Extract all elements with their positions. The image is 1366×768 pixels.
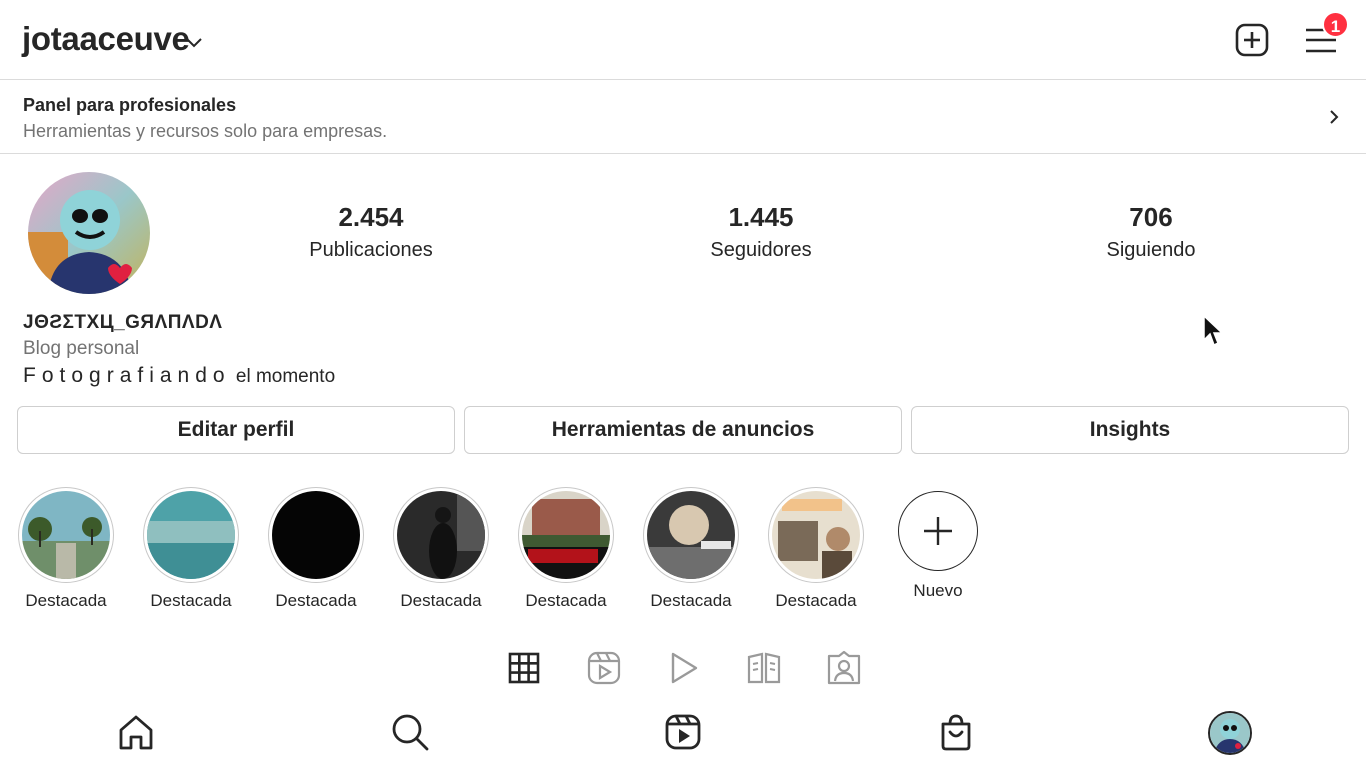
new-highlight-label: Nuevo	[913, 581, 963, 600]
followers-count-value: 1.445	[728, 202, 794, 232]
profile-full-name: JΘƧΣΤΧЦ_GЯΛПΛDΛ	[23, 312, 223, 333]
highlight-item[interactable]: Destacada	[393, 487, 489, 611]
highlight-item[interactable]: Destacada	[143, 487, 239, 611]
bio-text: el momento	[235, 366, 336, 387]
highlight-ring	[18, 487, 114, 583]
followers-count[interactable]: 1.445 Seguidores	[651, 202, 871, 262]
insights-button[interactable]: Insights	[911, 406, 1349, 454]
create-post-icon[interactable]	[1234, 22, 1270, 58]
panel-title: Panel para profesionales	[23, 95, 237, 115]
username-title[interactable]: jotaaceuve	[22, 20, 190, 58]
highlight-ring	[518, 487, 614, 583]
reels-icon[interactable]	[663, 712, 703, 752]
posts-count[interactable]: 2.454 Publicaciones	[261, 202, 481, 262]
highlight-label: Destacada	[150, 591, 232, 610]
chevron-right-icon	[1330, 110, 1339, 124]
video-tab-icon[interactable]	[666, 650, 702, 686]
highlight-item[interactable]: Destacada	[643, 487, 739, 611]
notification-badge: 1	[1322, 11, 1349, 38]
highlight-item[interactable]: Destacada	[18, 487, 114, 611]
bio-spaced-text: Fotografiando	[23, 364, 231, 387]
highlight-ring	[768, 487, 864, 583]
profile-bio: Fotografiando el momento	[23, 364, 335, 388]
panel-subtitle: Herramientas y recursos solo para empres…	[23, 121, 388, 141]
highlight-ring	[643, 487, 739, 583]
highlight-thumbnail	[647, 491, 735, 579]
posts-count-value: 2.454	[338, 202, 404, 232]
highlight-item[interactable]: Destacada	[518, 487, 614, 611]
profile-avatar[interactable]	[28, 172, 150, 294]
highlight-thumbnail	[397, 491, 485, 579]
highlight-label: Destacada	[25, 591, 107, 610]
highlight-item[interactable]: Destacada	[768, 487, 864, 611]
highlight-thumbnail	[772, 491, 860, 579]
following-count[interactable]: 706 Siguiendo	[1041, 202, 1261, 262]
mouse-cursor-icon	[1203, 314, 1224, 347]
reels-tab-icon[interactable]	[586, 650, 622, 686]
highlight-label: Destacada	[650, 591, 732, 610]
profile-nav-avatar[interactable]	[1208, 711, 1252, 755]
shop-icon[interactable]	[936, 712, 976, 752]
tagged-tab-icon[interactable]	[826, 650, 862, 686]
highlight-thumbnail	[272, 491, 360, 579]
guides-tab-icon[interactable]	[746, 650, 782, 686]
home-icon[interactable]	[116, 712, 156, 752]
highlight-label: Destacada	[525, 591, 607, 610]
chevron-down-icon[interactable]	[184, 34, 204, 50]
highlight-label: Destacada	[275, 591, 357, 610]
highlight-thumbnail	[147, 491, 235, 579]
profile-category: Blog personal	[23, 338, 140, 359]
new-highlight-button[interactable]: Nuevo	[890, 487, 986, 601]
edit-profile-button[interactable]: Editar perfil	[17, 406, 455, 454]
posts-count-label: Publicaciones	[309, 239, 433, 261]
highlight-ring	[393, 487, 489, 583]
followers-count-label: Seguidores	[710, 239, 812, 261]
professional-dashboard-link[interactable]: Panel para profesionales Herramientas y …	[0, 81, 1366, 154]
ad-tools-button[interactable]: Herramientas de anuncios	[464, 406, 902, 454]
top-bar: jotaaceuve 1	[0, 0, 1366, 80]
highlight-label: Destacada	[775, 591, 857, 610]
grid-tab-icon[interactable]	[506, 650, 542, 686]
following-count-label: Siguiendo	[1106, 239, 1196, 261]
following-count-value: 706	[1129, 202, 1173, 232]
new-highlight-ring	[898, 491, 978, 571]
highlight-thumbnail	[522, 491, 610, 579]
highlight-ring	[268, 487, 364, 583]
highlight-label: Destacada	[400, 591, 482, 610]
plus-icon	[923, 516, 952, 545]
highlight-item[interactable]: Destacada	[268, 487, 364, 611]
search-icon[interactable]	[390, 712, 430, 752]
highlight-thumbnail	[22, 491, 110, 579]
highlight-ring	[143, 487, 239, 583]
